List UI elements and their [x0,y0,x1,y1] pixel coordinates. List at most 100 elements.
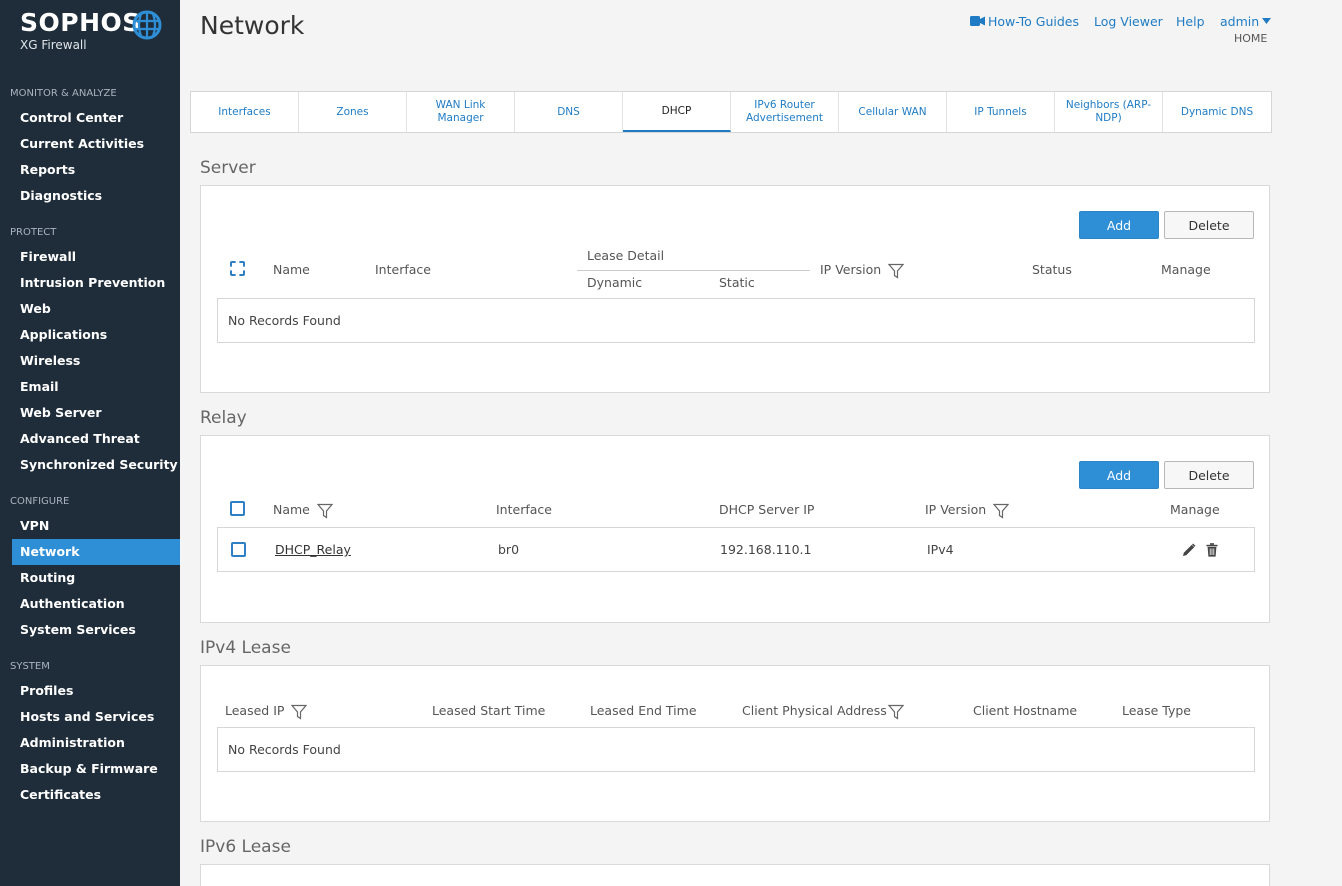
product-name: XG Firewall [20,38,87,52]
nav-item-profiles[interactable]: Profiles [20,683,73,699]
tab-cellular-wan[interactable]: Cellular WAN [839,92,947,132]
filter-icon[interactable] [291,704,307,720]
ipv6-lease-section-title: IPv6 Lease [200,837,291,857]
how-to-guides-link[interactable]: How-To Guides [988,14,1079,29]
video-icon[interactable] [970,16,985,26]
server-select-all-checkbox[interactable] [230,261,245,276]
relay-select-all-checkbox[interactable] [230,501,245,516]
nav-item-wireless[interactable]: Wireless [20,353,80,369]
filter-icon[interactable] [993,503,1009,519]
relay-server-ip: 192.168.110.1 [720,542,812,557]
nav-item-diagnostics[interactable]: Diagnostics [20,188,102,204]
nav-item-system-services[interactable]: System Services [20,622,136,638]
nav-section-protect: PROTECT [10,227,57,238]
relay-add-button[interactable]: Add [1079,461,1159,489]
server-col-manage: Manage [1161,262,1211,277]
tab-dhcp[interactable]: DHCP [623,92,731,132]
relay-col-manage: Manage [1170,502,1220,517]
server-empty-message: No Records Found [228,313,341,328]
nav-item-administration[interactable]: Administration [20,735,125,751]
relay-panel: Add Delete Name Interface DHCP Server IP… [200,435,1270,623]
nav-item-current-activities[interactable]: Current Activities [20,136,144,152]
lease-col-leased-ip: Leased IP [225,703,285,718]
tab-interfaces[interactable]: Interfaces [191,92,299,132]
lease-table-body: No Records Found [217,727,1255,772]
nav-section-configure: CONFIGURE [10,496,70,507]
nav-section-system: SYSTEM [10,661,50,672]
ipv4-lease-section-title: IPv4 Lease [200,638,291,658]
relay-name-link[interactable]: DHCP_Relay [275,542,351,557]
breadcrumb-home[interactable]: HOME [1234,32,1267,45]
lease-empty-message: No Records Found [228,742,341,757]
server-delete-button[interactable]: Delete [1164,211,1254,239]
nav-item-applications[interactable]: Applications [20,327,107,343]
server-add-button[interactable]: Add [1079,211,1159,239]
server-section-title: Server [200,158,256,178]
nav-item-synchronized-security[interactable]: Synchronized Security [20,457,178,473]
tab-ip-tunnels[interactable]: IP Tunnels [947,92,1055,132]
help-link[interactable]: Help [1176,14,1205,29]
edit-pencil-icon[interactable] [1182,543,1196,557]
relay-ip-version: IPv4 [927,542,954,557]
lease-col-start-time: Leased Start Time [432,703,546,718]
nav-section-monitor: MONITOR & ANALYZE [10,88,117,99]
log-viewer-link[interactable]: Log Viewer [1094,14,1163,29]
table-row: DHCP_Relay br0 192.168.110.1 IPv4 [217,527,1255,572]
globe-icon [132,10,162,40]
trash-icon[interactable] [1206,543,1218,557]
sidebar: SOPHOS XG Firewall MONITOR & ANALYZE Con… [0,0,180,886]
user-menu[interactable]: admin [1220,14,1259,29]
tab-wan-link-manager[interactable]: WAN Link Manager [407,92,515,132]
nav-item-network[interactable]: Network [20,544,80,560]
relay-col-name: Name [273,502,310,517]
relay-delete-button[interactable]: Delete [1164,461,1254,489]
filter-icon[interactable] [888,704,904,720]
ipv6-lease-panel [200,864,1270,886]
nav-item-control-center[interactable]: Control Center [20,110,123,126]
nav-item-hosts-and-services[interactable]: Hosts and Services [20,709,154,725]
relay-col-server-ip: DHCP Server IP [719,502,815,517]
brand-logo[interactable]: SOPHOS XG Firewall [20,8,141,52]
network-tabs: Interfaces Zones WAN Link Manager DNS DH… [190,91,1272,133]
nav-item-vpn[interactable]: VPN [20,518,49,534]
server-panel: Add Delete Name Interface Lease Detail D… [200,185,1270,393]
nav-item-reports[interactable]: Reports [20,162,75,178]
nav-item-certificates[interactable]: Certificates [20,787,101,803]
server-col-static: Static [719,275,755,290]
nav-item-web[interactable]: Web [20,301,51,317]
brand-name: SOPHOS [20,8,141,37]
nav-item-routing[interactable]: Routing [20,570,75,586]
tab-neighbors[interactable]: Neighbors (ARP-NDP) [1055,92,1163,132]
server-col-interface: Interface [375,262,431,277]
relay-section-title: Relay [200,408,247,428]
server-table-body: No Records Found [217,298,1255,343]
tab-ipv6-router-advertisement[interactable]: IPv6 Router Advertisement [731,92,839,132]
relay-interface: br0 [498,542,520,557]
filter-icon[interactable] [888,263,904,279]
nav-item-intrusion-prevention[interactable]: Intrusion Prevention [20,275,165,291]
relay-col-ip-version: IP Version [925,502,987,517]
server-col-dynamic: Dynamic [587,275,643,290]
tab-dns[interactable]: DNS [515,92,623,132]
server-col-ip-version: IP Version [820,262,882,277]
lease-col-physical-address: Client Physical Address [742,703,887,718]
nav-item-backup-firmware[interactable]: Backup & Firmware [20,761,158,777]
ipv4-lease-panel: Leased IP Leased Start Time Leased End T… [200,665,1270,822]
relay-col-interface: Interface [496,502,552,517]
page-title: Network [200,11,305,40]
chevron-down-icon[interactable] [1262,18,1271,24]
nav-item-advanced-threat[interactable]: Advanced Threat [20,431,140,447]
tab-dynamic-dns[interactable]: Dynamic DNS [1163,92,1271,132]
row-checkbox[interactable] [231,542,246,557]
tab-zones[interactable]: Zones [299,92,407,132]
lease-detail-divider [577,270,810,271]
lease-col-hostname: Client Hostname [973,703,1078,718]
nav-item-web-server[interactable]: Web Server [20,405,102,421]
server-col-lease-detail: Lease Detail [587,248,665,263]
lease-col-type: Lease Type [1122,703,1191,718]
nav-item-authentication[interactable]: Authentication [20,596,125,612]
server-col-status: Status [1032,262,1072,277]
nav-item-email[interactable]: Email [20,379,59,395]
nav-item-firewall[interactable]: Firewall [20,249,76,265]
filter-icon[interactable] [317,503,333,519]
